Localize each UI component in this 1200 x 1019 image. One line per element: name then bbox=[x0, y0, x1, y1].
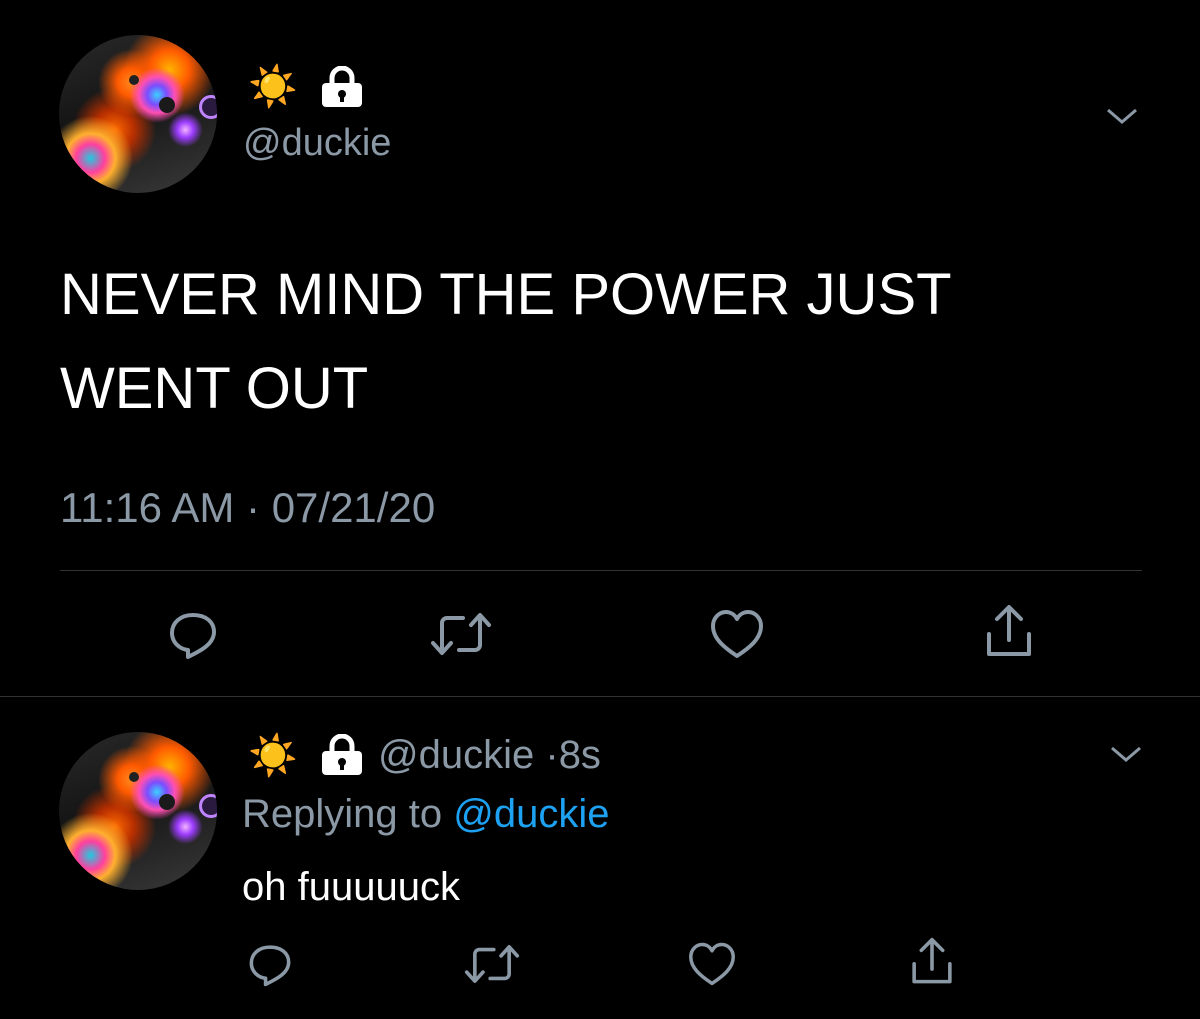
replying-to-link[interactable]: @duckie bbox=[453, 792, 609, 836]
chevron-down-icon[interactable] bbox=[1104, 738, 1148, 770]
tweet-text: NEVER MIND THE POWER JUST WENT OUT bbox=[60, 248, 952, 436]
retweet-icon[interactable] bbox=[462, 938, 522, 990]
replying-to-label: Replying to bbox=[242, 792, 443, 836]
retweet-icon[interactable] bbox=[428, 604, 494, 664]
reply-text: oh fuuuuuck bbox=[242, 865, 460, 909]
reply-time: 8s bbox=[558, 733, 601, 777]
tweet-handle[interactable]: @duckie bbox=[243, 122, 391, 165]
reply-icon[interactable] bbox=[242, 938, 298, 990]
separator: · bbox=[545, 733, 559, 777]
like-icon[interactable] bbox=[704, 604, 770, 664]
reply-handle[interactable]: @duckie bbox=[378, 733, 534, 777]
reply-icon[interactable] bbox=[160, 604, 226, 664]
like-icon[interactable] bbox=[684, 938, 740, 990]
avatar[interactable] bbox=[59, 732, 217, 890]
chevron-down-icon[interactable] bbox=[1100, 100, 1144, 132]
tweet-date: 07/21/20 bbox=[271, 484, 436, 531]
tweet-text-line: NEVER MIND THE POWER JUST bbox=[60, 262, 952, 327]
lock-icon bbox=[320, 65, 364, 113]
sun-icon: ☀️ bbox=[248, 65, 298, 109]
reply-handle-meta[interactable]: @duckie ·8s bbox=[378, 733, 601, 778]
tweet-text-line: WENT OUT bbox=[60, 356, 369, 421]
share-icon[interactable] bbox=[904, 934, 960, 990]
avatar[interactable] bbox=[59, 35, 217, 193]
share-icon[interactable] bbox=[976, 600, 1042, 664]
replying-to: Replying to @duckie bbox=[242, 792, 609, 837]
divider bbox=[0, 696, 1200, 697]
tweet-timestamp[interactable]: 11:16 AM · 07/21/20 bbox=[60, 484, 435, 532]
sun-icon: ☀️ bbox=[248, 734, 298, 778]
tweet-time: 11:16 AM bbox=[60, 484, 235, 531]
divider bbox=[60, 570, 1142, 571]
lock-icon bbox=[320, 733, 364, 781]
separator: · bbox=[246, 484, 261, 531]
